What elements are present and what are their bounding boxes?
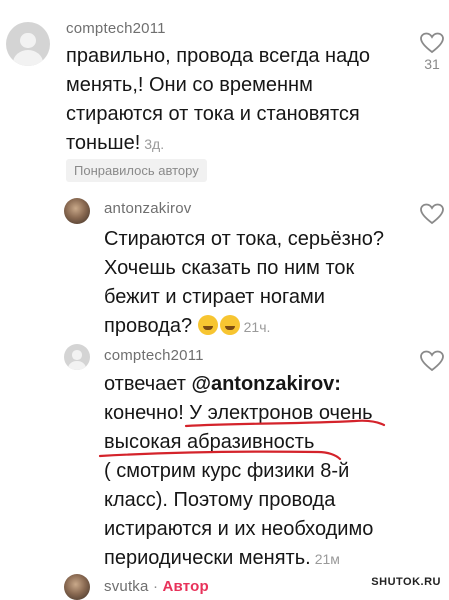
like-count: 31	[424, 56, 440, 72]
heart-icon[interactable]	[420, 32, 444, 54]
comment-time: 3д.	[144, 136, 165, 152]
comment-time: 21м	[314, 551, 340, 567]
liked-by-author-badge: Понравилось автору	[66, 159, 207, 182]
author-tag: Автор	[162, 578, 209, 595]
comment-username[interactable]: antonzakirov	[104, 200, 191, 217]
comment-text: Стираются от тока, серьёзно? Хочешь сказ…	[104, 228, 385, 337]
laughing-emoji-icon	[197, 315, 218, 335]
comment-text: правильно, провода всегда надо менять,! …	[66, 45, 370, 154]
watermark: SHUTOK.RU	[371, 576, 441, 588]
comment-username[interactable]: svutka · Автор	[104, 578, 209, 595]
avatar[interactable]	[64, 574, 90, 600]
comment-text: отвечает @antonzakirov: конечно! У элект…	[104, 373, 374, 569]
heart-icon[interactable]	[420, 203, 444, 225]
comment-username[interactable]: comptech2011	[104, 347, 204, 364]
heart-icon[interactable]	[420, 350, 444, 372]
mention-link[interactable]: @antonzakirov:	[191, 373, 341, 395]
avatar[interactable]	[6, 22, 50, 66]
comment-time: 21ч.	[243, 319, 271, 335]
avatar[interactable]	[64, 344, 90, 370]
grinning-emoji-icon	[219, 315, 240, 335]
avatar[interactable]	[64, 198, 90, 224]
comment-username[interactable]: comptech2011	[66, 20, 166, 37]
